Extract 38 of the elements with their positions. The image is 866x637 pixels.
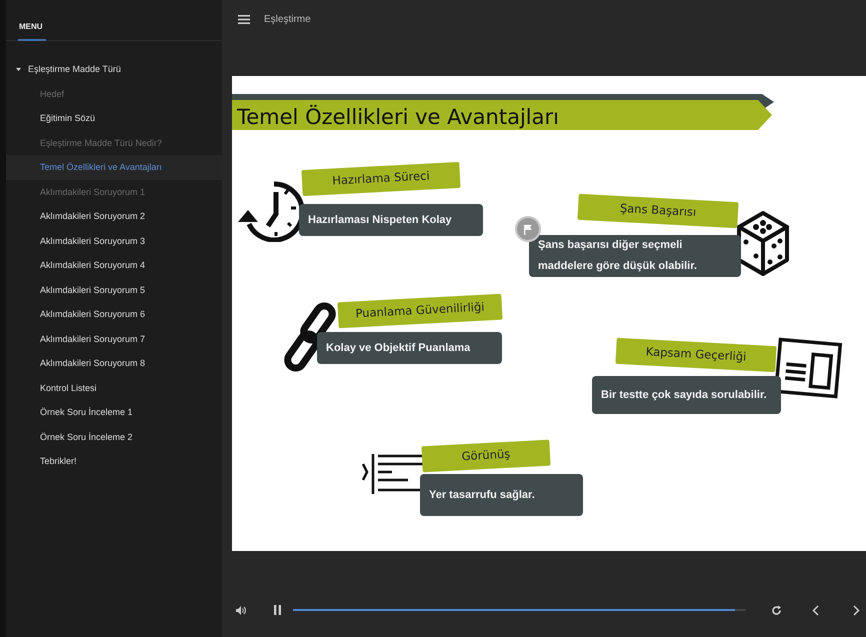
feature-label: Puanlama Güvenilirliği <box>337 294 503 328</box>
replay-icon[interactable] <box>772 604 782 616</box>
tab-underline <box>18 39 46 41</box>
menu-item[interactable]: Temel Özellikleri ve Avantajları <box>6 155 222 180</box>
menu-item[interactable]: Aklımdakileri Soruyorum 2 <box>6 204 222 228</box>
pause-icon[interactable] <box>274 605 281 615</box>
menu-icon[interactable] <box>238 14 250 24</box>
menu-item[interactable]: Eğitimin Sözü <box>6 106 222 130</box>
menu-item[interactable]: Aklımdakileri Soruyorum 8 <box>6 351 222 376</box>
menu-item[interactable]: Aklımdakileri Soruyorum 3 <box>6 228 222 253</box>
feature-label: Hazırlama Süreci <box>301 162 461 196</box>
menu-item[interactable]: Aklımdakileri Soruyorum 7 <box>6 326 222 351</box>
feature-label: Görünüş <box>421 440 551 472</box>
menu-item[interactable]: Kontrol Listesi <box>6 376 222 400</box>
feature-description: Hazırlaması Nispeten Kolay <box>299 204 483 236</box>
volume-icon[interactable] <box>236 606 246 614</box>
menu-item[interactable]: Tebrikler! <box>6 449 222 474</box>
feature-description: Kolay ve Objektif Puanlama <box>317 332 502 364</box>
flag-icon <box>523 222 533 236</box>
feature-description: Yer tasarrufu sağlar. <box>420 474 583 516</box>
flag-button[interactable] <box>515 216 541 242</box>
section-label: Eşleştirme Madde Türü <box>28 63 121 76</box>
header-title: Eşleştirme <box>264 12 311 26</box>
feature-label: Şans Başarısı <box>577 194 739 228</box>
feature-description: Şans başarısı diğer seçmeli maddelere göre düşük olabilir. <box>529 235 741 277</box>
feature-label: Kapsam Geçerliği <box>615 338 777 372</box>
text-lines-icon <box>362 452 424 496</box>
menu-item[interactable]: Örnek Soru İnceleme 1 <box>6 400 222 424</box>
menu-heading: MENU <box>19 22 43 31</box>
slide-title: Temel Özellikleri ve Avantajları <box>237 104 559 131</box>
next-icon[interactable] <box>853 604 860 616</box>
menu-item[interactable]: Aklımdakileri Soruyorum 4 <box>6 253 222 278</box>
menu-item[interactable]: Aklımdakileri Soruyorum 5 <box>6 278 222 302</box>
dice-icon <box>736 210 790 278</box>
previous-icon[interactable] <box>812 604 819 616</box>
menu-item[interactable]: Örnek Soru İnceleme 2 <box>6 424 222 449</box>
menu-item[interactable]: Aklımdakileri Soruyorum 6 <box>6 302 222 326</box>
feature-description: Bir testte çok sayıda sorulabilir. <box>592 376 781 414</box>
